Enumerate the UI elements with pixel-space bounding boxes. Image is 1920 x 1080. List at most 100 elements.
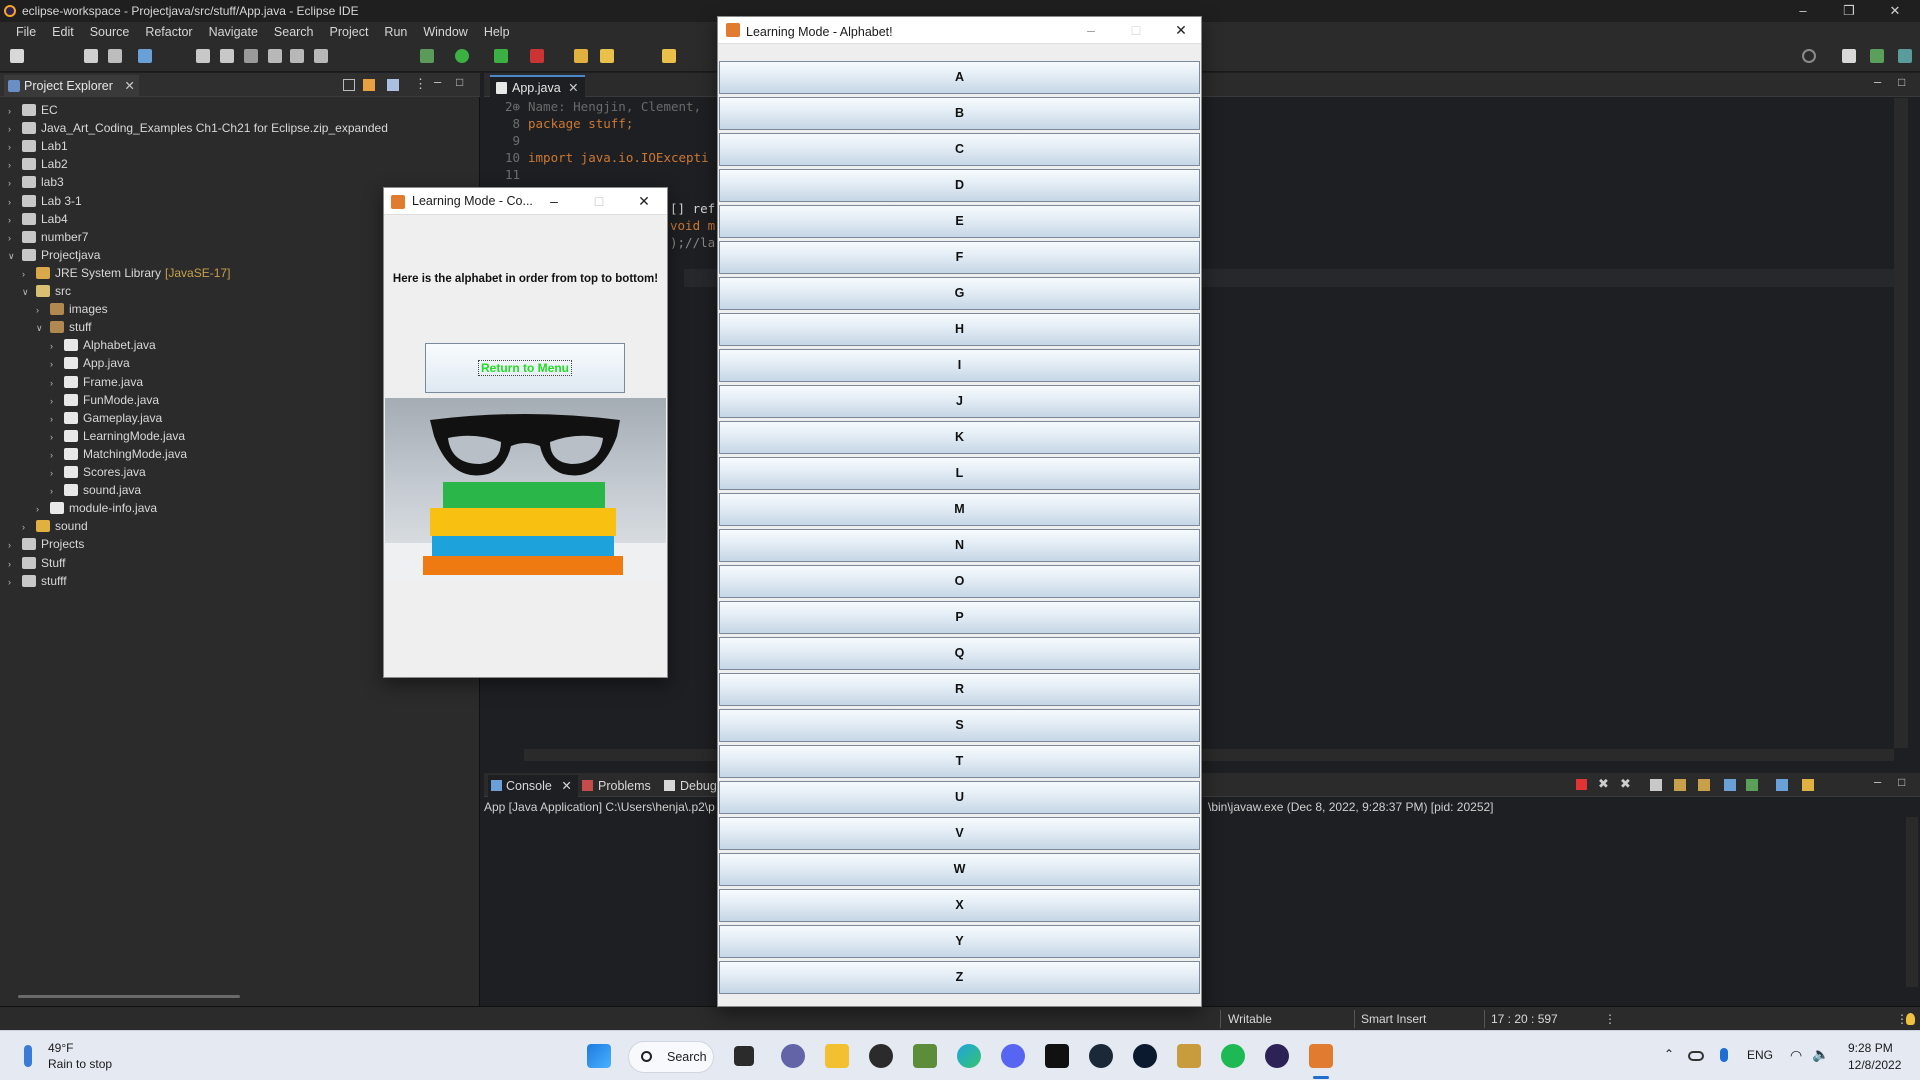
- tree-item[interactable]: ∨ Projectjava: [8, 246, 100, 264]
- tab-debug[interactable]: Debug: [662, 775, 717, 797]
- close-icon[interactable]: ✕: [1872, 0, 1918, 22]
- search-tool-icon[interactable]: [600, 49, 614, 63]
- tree-item[interactable]: › number7: [8, 228, 88, 246]
- letter-button-u[interactable]: U: [719, 781, 1200, 814]
- tab-app-java[interactable]: App.java ✕: [490, 75, 585, 97]
- code-line[interactable]: 8 package stuff;: [494, 115, 633, 132]
- annotation-icon[interactable]: [662, 49, 676, 63]
- java-app-icon[interactable]: [1309, 1044, 1333, 1068]
- explorer-hscrollbar[interactable]: [18, 995, 240, 998]
- chevron-right-icon[interactable]: ›: [50, 464, 60, 482]
- step-return-icon[interactable]: [314, 49, 328, 63]
- pin-console-icon[interactable]: [1698, 779, 1710, 791]
- weather-icon[interactable]: [24, 1045, 32, 1067]
- chevron-right-icon[interactable]: ›: [50, 446, 60, 464]
- chevron-right-icon[interactable]: ›: [36, 301, 46, 319]
- chevron-right-icon[interactable]: ›: [22, 265, 32, 283]
- tree-item[interactable]: › MatchingMode.java: [50, 445, 187, 463]
- remove-all-icon[interactable]: ✖: [1620, 776, 1631, 792]
- letter-button-v[interactable]: V: [719, 817, 1200, 850]
- close-icon[interactable]: ✕: [561, 779, 571, 793]
- edge-icon[interactable]: [957, 1044, 981, 1068]
- chevron-right-icon[interactable]: ›: [22, 518, 32, 536]
- menu-file[interactable]: File: [8, 25, 44, 39]
- chevron-right-icon[interactable]: ›: [8, 573, 18, 591]
- tab-console[interactable]: Console ✕: [488, 775, 578, 797]
- code-line[interactable]: 10 import java.io.IOExcepti: [494, 149, 709, 166]
- chevron-right-icon[interactable]: ›: [36, 500, 46, 518]
- tree-item[interactable]: › Scores.java: [50, 463, 146, 481]
- weather-temp[interactable]: 49°F: [48, 1041, 73, 1055]
- step-over-icon[interactable]: [290, 49, 304, 63]
- new-icon[interactable]: [10, 49, 24, 63]
- menu-run[interactable]: Run: [376, 25, 415, 39]
- steam-icon[interactable]: [1089, 1044, 1113, 1068]
- league-icon[interactable]: [1177, 1044, 1201, 1068]
- status-insert-mode[interactable]: Smart Insert: [1361, 1011, 1426, 1027]
- console-menu-icon[interactable]: [1802, 779, 1814, 791]
- tree-item[interactable]: › Lab2: [8, 155, 68, 173]
- editor-vscrollbar[interactable]: [1894, 98, 1908, 748]
- menu-help[interactable]: Help: [476, 25, 518, 39]
- menu-window[interactable]: Window: [415, 25, 475, 39]
- close-icon[interactable]: ✕: [624, 188, 664, 215]
- status-cursor-position[interactable]: 17 : 20 : 597: [1491, 1011, 1558, 1027]
- tree-item[interactable]: › Alphabet.java: [50, 336, 156, 354]
- letter-button-e[interactable]: E: [719, 205, 1200, 238]
- tree-item[interactable]: › lab3: [8, 173, 64, 191]
- open-console-icon[interactable]: [1746, 779, 1758, 791]
- chevron-down-icon[interactable]: ∨: [22, 283, 32, 301]
- menu-search[interactable]: Search: [266, 25, 322, 39]
- save-icon[interactable]: [84, 49, 98, 63]
- status-menu-icon[interactable]: ⋮: [1604, 1011, 1616, 1027]
- tree-item[interactable]: › Java_Art_Coding_Examples Ch1-Ch21 for E…: [8, 119, 388, 137]
- letter-button-t[interactable]: T: [719, 745, 1200, 778]
- tree-item[interactable]: › sound.java: [50, 481, 141, 499]
- menu-project[interactable]: Project: [322, 25, 377, 39]
- letter-button-q[interactable]: Q: [719, 637, 1200, 670]
- teams-chat-icon[interactable]: [781, 1044, 805, 1068]
- taskbar-search[interactable]: Search: [628, 1041, 714, 1073]
- eclipse-icon[interactable]: [1265, 1044, 1289, 1068]
- close-icon[interactable]: ✕: [568, 77, 578, 99]
- tree-item[interactable]: › Frame.java: [50, 373, 143, 391]
- chevron-right-icon[interactable]: ›: [50, 355, 60, 373]
- chevron-right-icon[interactable]: ›: [8, 174, 18, 192]
- letter-button-r[interactable]: R: [719, 673, 1200, 706]
- start-icon[interactable]: [587, 1044, 611, 1068]
- letter-button-n[interactable]: N: [719, 529, 1200, 562]
- minecraft-icon[interactable]: [913, 1044, 937, 1068]
- menu-refactor[interactable]: Refactor: [137, 25, 200, 39]
- chevron-right-icon[interactable]: ›: [8, 555, 18, 573]
- minimize-icon[interactable]: –: [1780, 0, 1826, 22]
- maximize-icon[interactable]: □: [1898, 775, 1905, 789]
- file-explorer-icon[interactable]: [825, 1044, 849, 1068]
- epic-games-icon[interactable]: [1045, 1044, 1069, 1068]
- minimize-icon[interactable]: –: [1874, 74, 1881, 89]
- open-folder-icon[interactable]: [574, 49, 588, 63]
- letter-button-a[interactable]: A: [719, 61, 1200, 94]
- letter-button-w[interactable]: W: [719, 853, 1200, 886]
- tree-item[interactable]: › module-info.java: [36, 499, 157, 517]
- weather-description[interactable]: Rain to stop: [48, 1057, 112, 1071]
- alphabet-titlebar[interactable]: Learning Mode - Alphabet! – □ ✕: [718, 17, 1201, 44]
- remove-launch-icon[interactable]: ✖: [1598, 776, 1609, 792]
- tree-item[interactable]: › Gameplay.java: [50, 409, 162, 427]
- chevron-down-icon[interactable]: ∨: [36, 319, 46, 337]
- maximize-icon[interactable]: □: [579, 188, 619, 215]
- letter-button-l[interactable]: L: [719, 457, 1200, 490]
- maximize-icon[interactable]: □: [456, 75, 463, 89]
- tree-item[interactable]: › App.java: [50, 354, 130, 372]
- chevron-up-icon[interactable]: ⌃: [1664, 1047, 1674, 1061]
- terminate-icon[interactable]: [1576, 779, 1587, 790]
- tree-item[interactable]: › Lab1: [8, 137, 68, 155]
- tree-item[interactable]: ∨ src: [22, 282, 71, 300]
- letter-button-h[interactable]: H: [719, 313, 1200, 346]
- perspective-icon[interactable]: [1842, 49, 1856, 63]
- chevron-right-icon[interactable]: ›: [50, 482, 60, 500]
- letter-button-y[interactable]: Y: [719, 925, 1200, 958]
- tree-item[interactable]: › images: [36, 300, 108, 318]
- scroll-lock-icon[interactable]: [1650, 779, 1662, 791]
- tree-item[interactable]: › Projects: [8, 535, 84, 553]
- letter-button-k[interactable]: K: [719, 421, 1200, 454]
